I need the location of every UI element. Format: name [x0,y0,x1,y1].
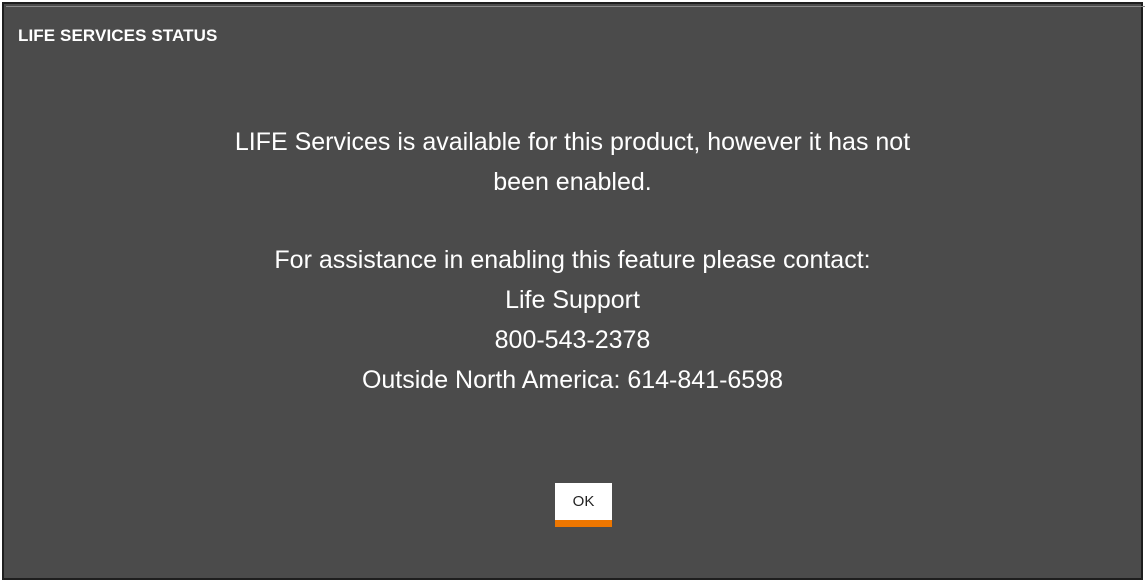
message-spacer [4,202,1141,240]
contact-phone: 800-543-2378 [494,326,651,354]
life-services-status-dialog: LIFE SERVICES STATUS LIFE Services is av… [2,2,1145,580]
dialog-top-edge [6,6,1145,7]
dialog-title: LIFE SERVICES STATUS [18,26,218,45]
contact-name: Life Support [505,286,640,314]
message-line-contact-intro: For assistance in enabling this feature … [274,246,871,274]
contact-phone-international: Outside North America: 614-841-6598 [361,366,784,394]
message-line-availability: LIFE Services is available for this prod… [234,128,911,156]
dialog-message: LIFE Services is available for this prod… [4,122,1141,400]
message-line-not-enabled: been enabled. [493,168,652,196]
ok-button[interactable]: OK [555,483,612,527]
